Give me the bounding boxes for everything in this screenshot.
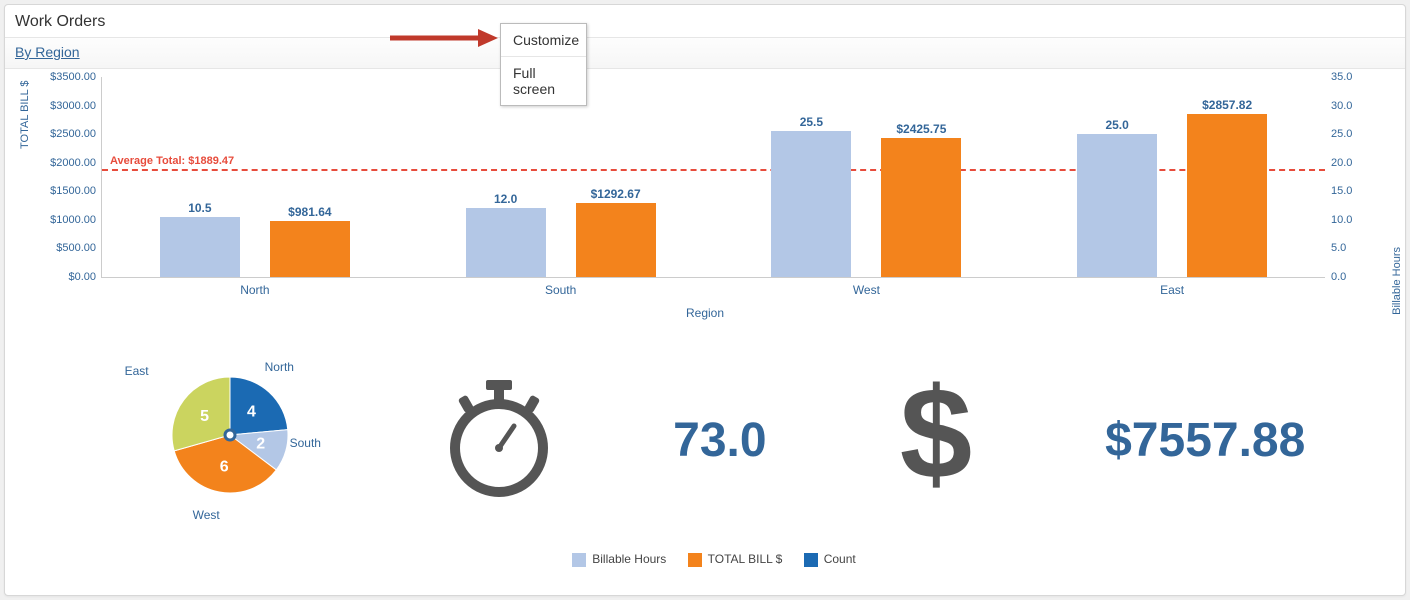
legend-label-hours: Billable Hours: [592, 552, 666, 566]
x-category-label: North: [240, 283, 269, 297]
bar-chart-plot: $0.00$500.00$1000.00$1500.00$2000.00$250…: [101, 77, 1325, 278]
pie-label-south: South: [290, 436, 321, 450]
bar-billable-hours[interactable]: [160, 217, 240, 277]
pie-center-dot: [225, 430, 235, 440]
pie-slice-value: 5: [200, 408, 209, 425]
legend-swatch-bill: [688, 553, 702, 567]
bar-chart: TOTAL BILL $ Billable Hours $0.00$500.00…: [25, 77, 1385, 320]
x-category-label: South: [545, 283, 576, 297]
legend-label-bill: TOTAL BILL $: [708, 552, 783, 566]
bar-total-bill[interactable]: [881, 138, 961, 277]
svg-text:$: $: [900, 373, 972, 503]
y-left-tick: $3000.00: [50, 100, 96, 112]
bar-total-bill[interactable]: [576, 203, 656, 277]
legend-label-count: Count: [824, 552, 856, 566]
y-left-tick: $500.00: [56, 242, 96, 254]
bar-label-bill: $2857.82: [1202, 98, 1252, 114]
card-title: Work Orders: [5, 5, 1405, 37]
bar-label-bill: $1292.67: [591, 187, 641, 203]
pie-chart: 42 6 5 North South West East: [105, 350, 325, 530]
legend-swatch-count: [804, 553, 818, 567]
stopwatch-icon: [444, 378, 554, 503]
y-left-tick: $0.00: [68, 271, 96, 283]
y-left-tick: $1000.00: [50, 214, 96, 226]
pie-slice-value: 2: [256, 436, 265, 453]
pie-slice[interactable]: [230, 377, 288, 435]
y-right-tick: 0.0: [1331, 271, 1346, 283]
y-right-axis-title: Billable Hours: [1391, 247, 1403, 315]
x-category-label: East: [1160, 283, 1184, 297]
y-right-tick: 25.0: [1331, 128, 1352, 140]
chart-context-menu: Customize Full screen: [500, 23, 587, 106]
pie-slice-value: 4: [247, 403, 256, 420]
dollar-icon: $: [886, 373, 986, 508]
bar-label-bill: $981.64: [288, 205, 331, 221]
menu-item-customize[interactable]: Customize: [501, 24, 586, 56]
pie-label-east: East: [125, 364, 149, 378]
y-left-tick: $3500.00: [50, 71, 96, 83]
by-region-link[interactable]: By Region: [15, 44, 80, 60]
legend-swatch-hours: [572, 553, 586, 567]
bar-total-bill[interactable]: [1187, 114, 1267, 277]
y-left-axis-title: TOTAL BILL $: [19, 81, 31, 149]
x-category-label: West: [853, 283, 880, 297]
bar-label-hours: 25.5: [800, 115, 823, 131]
bar-billable-hours[interactable]: [466, 208, 546, 277]
bar-total-bill[interactable]: [270, 221, 350, 277]
y-right-tick: 5.0: [1331, 242, 1346, 254]
bar-label-hours: 10.5: [188, 201, 211, 217]
y-right-tick: 10.0: [1331, 214, 1352, 226]
pie-label-west: West: [193, 508, 220, 522]
menu-item-fullscreen[interactable]: Full screen: [501, 56, 586, 105]
y-right-tick: 20.0: [1331, 157, 1352, 169]
y-left-tick: $1500.00: [50, 185, 96, 197]
y-right-tick: 15.0: [1331, 185, 1352, 197]
bar-label-hours: 25.0: [1105, 118, 1128, 134]
y-right-tick: 35.0: [1331, 71, 1352, 83]
bar-billable-hours[interactable]: [1077, 134, 1157, 277]
kpi-total-hours: 73.0: [673, 413, 766, 468]
pie-slice-value: 6: [219, 458, 228, 475]
y-right-tick: 30.0: [1331, 100, 1352, 112]
pie-label-north: North: [265, 360, 294, 374]
chart-legend: Billable Hours TOTAL BILL $ Count: [5, 552, 1405, 567]
bar-billable-hours[interactable]: [771, 131, 851, 277]
card-sub-bar: By Region: [5, 37, 1405, 69]
kpi-total-bill: $7557.88: [1105, 413, 1305, 468]
bar-label-hours: 12.0: [494, 192, 517, 208]
x-axis-title: Region: [25, 306, 1385, 320]
bottom-row: 4265 North South West East 73.0 $ $7557.: [5, 350, 1405, 530]
average-line-label: Average Total: $1889.47: [110, 155, 234, 169]
annotation-arrow: [390, 27, 500, 49]
y-left-tick: $2000.00: [50, 157, 96, 169]
dashboard-card: Work Orders By Region Customize Full scr…: [4, 4, 1406, 596]
y-left-tick: $2500.00: [50, 128, 96, 140]
bar-label-bill: $2425.75: [896, 122, 946, 138]
